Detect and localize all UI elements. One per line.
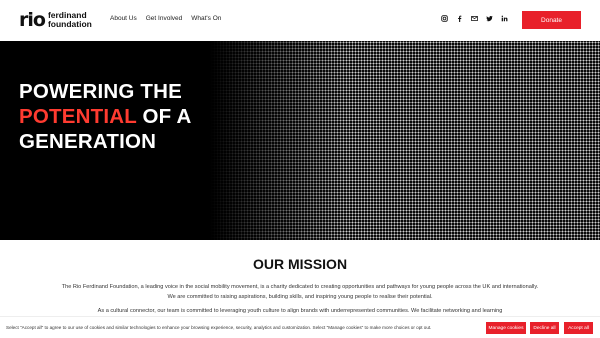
- nav-get-involved[interactable]: Get Involved: [146, 15, 183, 22]
- logo-wordmark: ferdinand foundation: [48, 11, 92, 29]
- main-nav: About Us Get Involved What's On: [110, 15, 221, 22]
- mission-paragraph-1: The Rio Ferdinand Foundation, a leading …: [61, 284, 539, 300]
- linkedin-icon[interactable]: [501, 15, 508, 22]
- hero-headline: POWERING THE POTENTIAL OF A GENERATION: [19, 79, 192, 154]
- nav-whats-on[interactable]: What's On: [191, 15, 221, 22]
- manage-cookies-button[interactable]: Manage cookies: [486, 322, 526, 334]
- twitter-icon[interactable]: [486, 15, 493, 22]
- logo[interactable]: rio ferdinand foundation: [19, 8, 92, 32]
- nav-about-us[interactable]: About Us: [110, 15, 137, 22]
- hero-line-2-rest: OF A: [136, 105, 192, 128]
- mission-title: OUR MISSION: [252, 256, 348, 272]
- logo-line-2: foundation: [47, 19, 92, 29]
- cookie-banner: Select "Accept all" to agree to our use …: [0, 316, 600, 338]
- instagram-icon[interactable]: [441, 15, 448, 22]
- donate-button[interactable]: Donate: [522, 11, 581, 29]
- site-header: rio ferdinand foundation About Us Get In…: [0, 0, 600, 41]
- hero-image-fade: [210, 41, 350, 240]
- hero-accent-word: POTENTIAL: [19, 105, 137, 128]
- cookie-message: Select "Accept all" to agree to our use …: [6, 325, 432, 330]
- decline-all-button[interactable]: Decline all: [530, 322, 559, 334]
- accept-all-button[interactable]: Accept all: [564, 322, 593, 334]
- email-icon[interactable]: [471, 15, 478, 22]
- hero-line-1: POWERING THE: [19, 80, 182, 103]
- logo-mark: rio: [19, 8, 46, 31]
- hero-banner: POWERING THE POTENTIAL OF A GENERATION: [0, 41, 600, 240]
- hero-line-3: GENERATION: [19, 130, 157, 153]
- facebook-icon[interactable]: [456, 15, 463, 22]
- social-links: [441, 15, 508, 22]
